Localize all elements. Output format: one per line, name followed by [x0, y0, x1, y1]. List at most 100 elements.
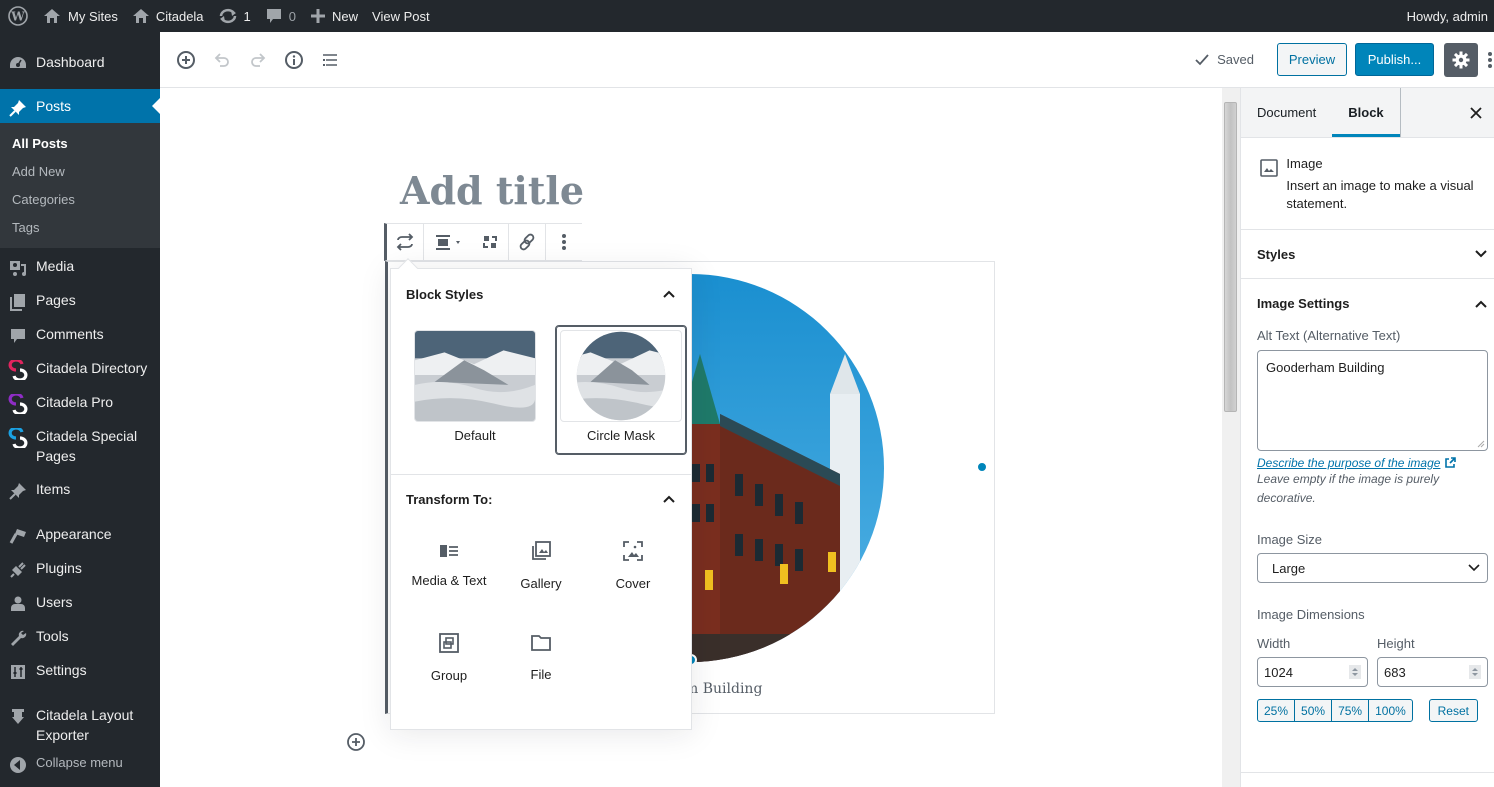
redo-button[interactable] — [240, 42, 276, 78]
mountain-thumbnail — [415, 331, 535, 421]
collapse-icon — [0, 753, 36, 775]
submenu-all-posts[interactable]: All Posts — [0, 130, 160, 158]
transform-group[interactable]: Group — [403, 615, 495, 699]
link-button[interactable] — [509, 224, 545, 260]
plugin-icon — [0, 558, 36, 580]
describe-purpose-link[interactable]: Describe the purpose of the image — [1257, 456, 1478, 470]
sidebar-item-comments[interactable]: Comments — [0, 317, 160, 351]
sidebar-item-media[interactable]: Media — [0, 248, 160, 283]
style-option-default[interactable]: Default — [409, 325, 541, 455]
resize-handle-right[interactable] — [976, 461, 988, 473]
width-spinner[interactable] — [1349, 665, 1361, 679]
reset-dimensions-button[interactable]: Reset — [1428, 699, 1478, 722]
close-icon — [1470, 106, 1482, 119]
more-menu-button[interactable] — [1484, 43, 1494, 77]
style-option-circle-mask[interactable]: Circle Mask — [555, 325, 687, 455]
image-caption[interactable]: m Building — [685, 681, 762, 697]
svg-text:W: W — [10, 10, 25, 24]
alt-text-input[interactable]: Gooderham Building — [1257, 350, 1488, 451]
new-content-link[interactable]: New — [303, 0, 365, 32]
settings-toggle-button[interactable] — [1444, 42, 1478, 77]
block-styles-header[interactable]: Block Styles — [391, 269, 691, 319]
block-switcher-button[interactable] — [387, 224, 423, 260]
post-title-input[interactable]: Add title — [400, 168, 584, 213]
replace-image-button[interactable] — [472, 224, 508, 260]
submenu-add-new[interactable]: Add New — [0, 158, 160, 186]
transform-gallery[interactable]: Gallery — [495, 523, 587, 607]
sidebar-item-citadela-pro[interactable]: Citadela Pro — [0, 385, 160, 419]
paintbrush-icon — [0, 524, 36, 546]
block-switcher-popover: Block Styles Default Circle Mask Transfo… — [390, 258, 692, 730]
sidebar-item-posts[interactable]: Posts — [0, 89, 160, 123]
saved-label: Saved — [1217, 52, 1254, 67]
alt-text-value: Gooderham Building — [1266, 360, 1385, 375]
view-post-link[interactable]: View Post — [365, 0, 437, 32]
scale-100-button[interactable]: 100% — [1368, 699, 1413, 722]
scale-25-button[interactable]: 25% — [1257, 699, 1296, 722]
my-sites-link[interactable]: My Sites — [35, 0, 125, 32]
undo-button[interactable] — [204, 42, 240, 78]
height-spinner[interactable] — [1469, 665, 1481, 679]
submenu-tags[interactable]: Tags — [0, 214, 160, 242]
sidebar-item-pages[interactable]: Pages — [0, 283, 160, 317]
transform-media-text[interactable]: Media & Text — [403, 523, 495, 607]
tab-document[interactable]: Document — [1241, 88, 1332, 137]
align-button[interactable] — [424, 224, 472, 260]
sidebar-item-users[interactable]: Users — [0, 585, 160, 619]
account-menu[interactable]: Howdy, admin — [1400, 0, 1494, 32]
editor-header: Saved Preview Publish... — [160, 32, 1494, 88]
resize-grip-icon[interactable] — [1477, 440, 1485, 448]
tab-block[interactable]: Block — [1332, 88, 1401, 137]
styles-panel-toggle[interactable]: Styles — [1241, 230, 1494, 278]
add-block-button[interactable] — [168, 42, 204, 78]
media-text-icon — [440, 544, 458, 557]
header-toolbar — [160, 42, 348, 78]
transform-cover[interactable]: Cover — [587, 523, 679, 607]
collapse-menu-label: Collapse menu — [36, 755, 123, 770]
updates-link[interactable]: 1 — [211, 0, 258, 32]
sidebar-item-tools[interactable]: Tools — [0, 619, 160, 653]
citadela-icon — [0, 392, 36, 414]
style-options: Default Circle Mask — [391, 319, 691, 475]
site-name-link[interactable]: Citadela — [125, 0, 211, 32]
sidebar-item-items[interactable]: Items — [0, 472, 160, 517]
sidebar-item-label: Tools — [36, 628, 69, 644]
canvas-scrollbar[interactable] — [1222, 88, 1240, 787]
close-settings-button[interactable] — [1458, 88, 1494, 137]
publish-button[interactable]: Publish... — [1355, 43, 1434, 76]
block-toolbar — [384, 223, 582, 261]
wp-logo-button[interactable]: W — [0, 0, 35, 32]
sidebar-item-appearance[interactable]: Appearance — [0, 517, 160, 551]
transform-label: Cover — [615, 575, 651, 591]
image-size-select[interactable]: Large — [1257, 553, 1488, 583]
sidebar-item-citadela-directory[interactable]: Citadela Directory — [0, 351, 160, 385]
sidebar-item-dashboard[interactable]: Dashboard — [0, 32, 160, 89]
submenu-categories[interactable]: Categories — [0, 186, 160, 214]
sidebar-item-plugins[interactable]: Plugins — [0, 551, 160, 585]
comments-link[interactable]: 0 — [258, 0, 303, 32]
collapse-menu-button[interactable]: Collapse menu — [0, 751, 160, 785]
sidebar-item-citadela-layout-exporter[interactable]: Citadela Layout Exporter — [0, 698, 160, 751]
height-input[interactable]: 683 — [1377, 657, 1488, 687]
scale-50-button[interactable]: 50% — [1294, 699, 1333, 722]
header-actions: Saved Preview Publish... — [1194, 42, 1494, 77]
width-input[interactable]: 1024 — [1257, 657, 1368, 687]
scrollbar-thumb[interactable] — [1224, 102, 1237, 412]
inserter-button[interactable] — [346, 732, 366, 752]
pin-icon — [0, 96, 36, 118]
undo-icon — [214, 52, 229, 67]
preview-button[interactable]: Preview — [1277, 43, 1347, 76]
width-value: 1024 — [1264, 664, 1293, 680]
image-size-label: Image Size — [1257, 532, 1323, 547]
transform-header[interactable]: Transform To: — [391, 475, 691, 523]
transform-file[interactable]: File — [495, 615, 587, 699]
image-settings-panel-toggle[interactable]: Image Settings — [1241, 278, 1494, 328]
content-info-button[interactable] — [276, 42, 312, 78]
sidebar-item-settings[interactable]: Settings — [0, 653, 160, 698]
block-more-options-button[interactable] — [546, 224, 582, 260]
pin-icon — [0, 479, 36, 501]
scale-75-button[interactable]: 75% — [1331, 699, 1370, 722]
sidebar-item-citadela-special-pages[interactable]: Citadela Special Pages — [0, 419, 160, 472]
block-navigation-button[interactable] — [312, 42, 348, 78]
citadela-icon — [0, 426, 36, 448]
